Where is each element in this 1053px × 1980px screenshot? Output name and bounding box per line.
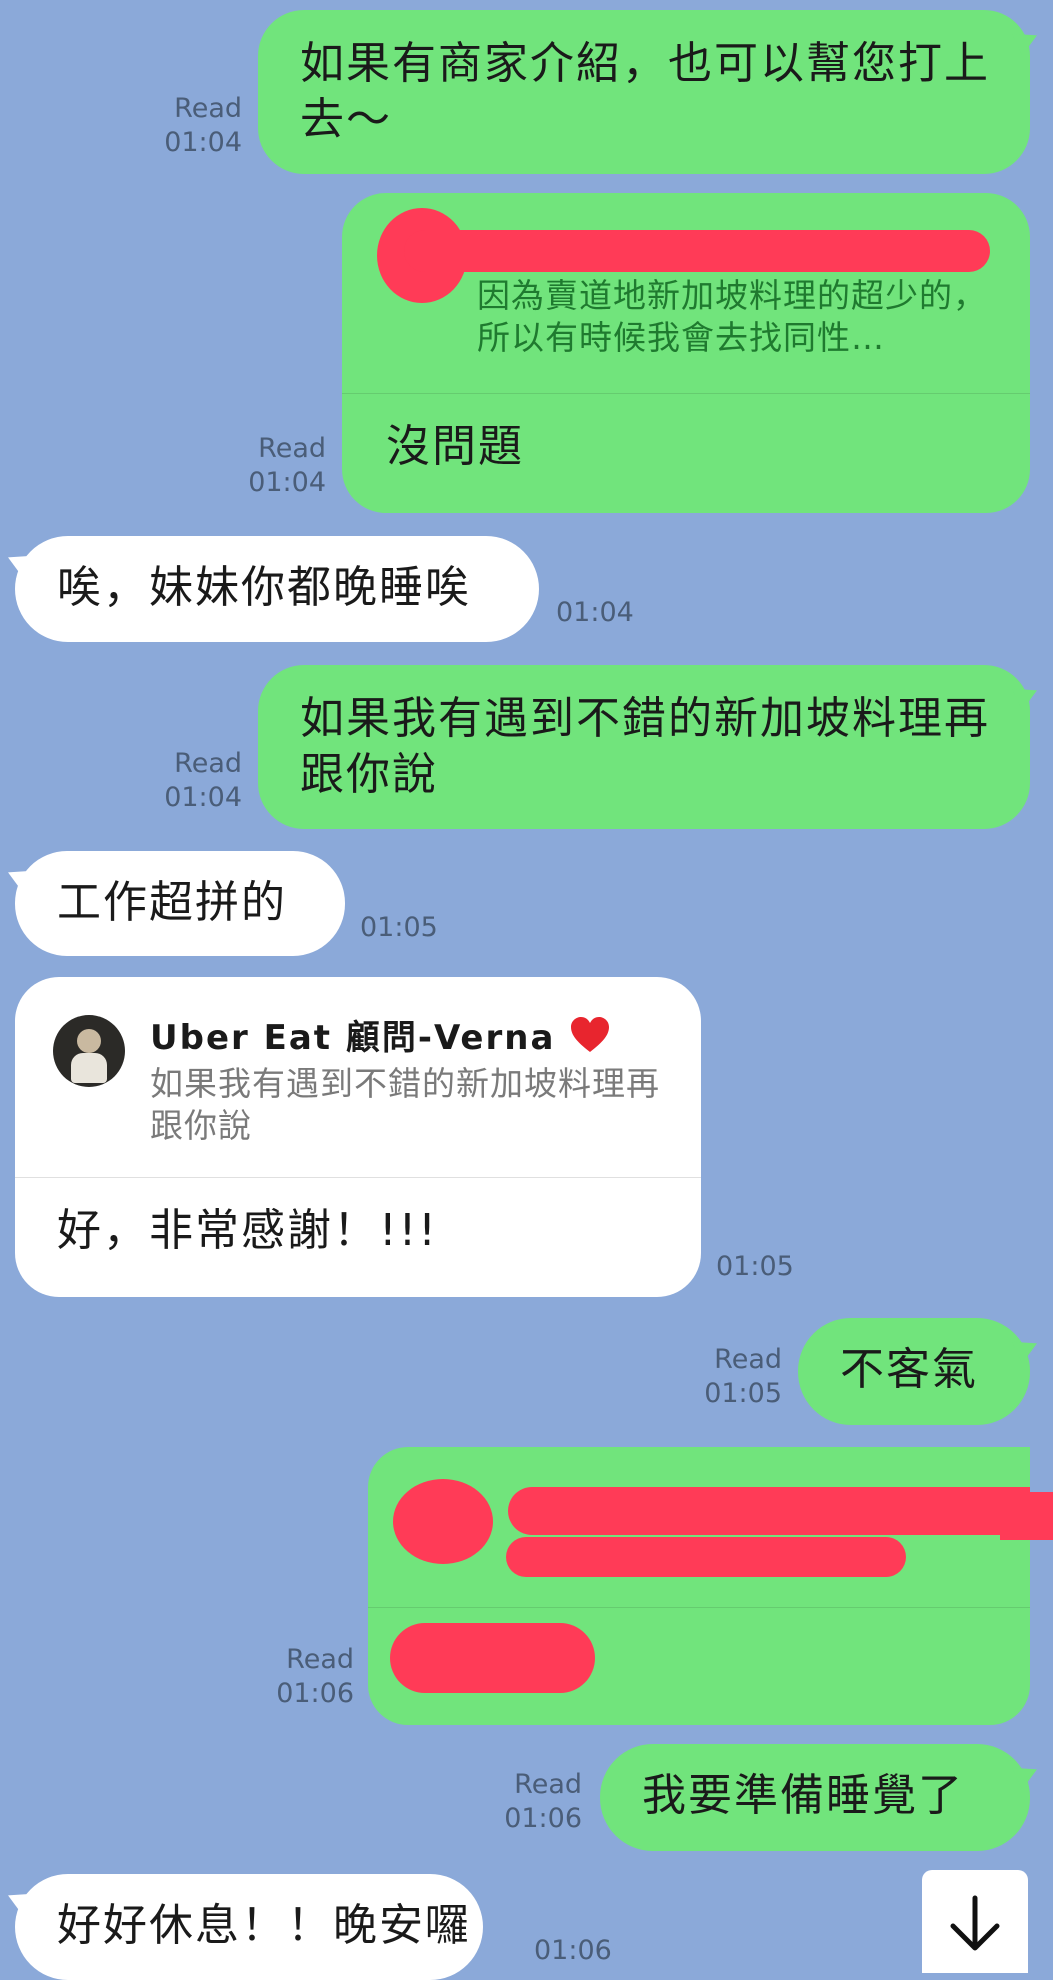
message-time: 01:06 [534, 1935, 612, 1966]
sent-message[interactable]: 不客氣 [798, 1318, 1030, 1425]
received-message[interactable]: 好好休息！！晚安囉 [15, 1874, 483, 1980]
read-label: Read [514, 1769, 582, 1800]
avatar [53, 1015, 125, 1087]
quote-divider [368, 1607, 1030, 1608]
read-receipt: Read 01:04 [150, 92, 242, 160]
quote-text: 如果我有遇到不錯的新加坡料理再跟你說 [150, 1064, 660, 1145]
scroll-to-bottom-button[interactable] [922, 1870, 1028, 1973]
received-message[interactable]: 工作超拼的 [15, 851, 345, 956]
message-text: 好，非常感謝！!!! [57, 1205, 438, 1256]
sent-message[interactable]: 如果有商家介紹，也可以幫您打上去～ [258, 10, 1030, 174]
read-receipt: Read 01:04 [150, 747, 242, 815]
redacted-text [506, 1537, 906, 1577]
message-text: 我要準備睡覺了 [642, 1770, 964, 1821]
quote-author-row: Uber Eat 顧問-Verna [150, 1015, 611, 1059]
message-time: 01:04 [248, 467, 326, 498]
message-text: 如果我有遇到不錯的新加坡料理再跟你說 [300, 693, 990, 800]
sent-message[interactable]: 我要準備睡覺了 [600, 1744, 1030, 1851]
read-receipt: Read 01:04 [230, 432, 326, 500]
message-time: 01:04 [164, 782, 242, 813]
sent-reply-message[interactable] [368, 1447, 1030, 1725]
read-receipt: Read 01:06 [490, 1768, 582, 1836]
sent-message[interactable]: 如果我有遇到不錯的新加坡料理再跟你說 [258, 665, 1030, 829]
message-time: 01:05 [716, 1251, 794, 1282]
read-receipt: Read 01:05 [690, 1343, 782, 1411]
read-label: Read [286, 1644, 354, 1675]
received-message[interactable]: 唉，妹妹你都晚睡唉 [15, 536, 539, 642]
read-label: Read [174, 93, 242, 124]
quoted-message[interactable] [368, 1447, 1030, 1607]
message-text: 好好休息！！晚安囉 [57, 1900, 471, 1951]
quoted-message[interactable]: Uber Eat 顧問-Verna 如果我有遇到不錯的新加坡料理再跟你說 [15, 977, 701, 1177]
read-receipt: Read 01:06 [258, 1643, 354, 1711]
message-time: 01:05 [704, 1378, 782, 1409]
redacted-message [390, 1623, 595, 1693]
quoted-message[interactable]: 因為賣道地新加坡料理的超少的，所以有時候我會去找同性… [342, 193, 1030, 393]
quote-author: Uber Eat 顧問-Verna [150, 1018, 556, 1058]
quote-text: 因為賣道地新加坡料理的超少的，所以有時候我會去找同性… [477, 276, 987, 357]
message-time: 01:05 [360, 912, 438, 943]
quote-divider [342, 393, 1030, 394]
message-text: 工作超拼的 [57, 877, 287, 928]
redacted-name [404, 230, 990, 272]
message-time: 01:04 [556, 597, 634, 628]
message-time: 01:04 [164, 127, 242, 158]
quote-divider [15, 1177, 701, 1178]
message-time: 01:06 [276, 1678, 354, 1709]
read-label: Read [258, 433, 326, 464]
message-text: 不客氣 [840, 1344, 978, 1395]
redacted-name [508, 1487, 1030, 1535]
message-text: 如果有商家介紹，也可以幫您打上去～ [300, 38, 990, 145]
received-reply-message[interactable]: Uber Eat 顧問-Verna 如果我有遇到不錯的新加坡料理再跟你說 好，非… [15, 977, 701, 1297]
sent-reply-message[interactable]: 因為賣道地新加坡料理的超少的，所以有時候我會去找同性… 沒問題 [342, 193, 1030, 513]
read-label: Read [174, 748, 242, 779]
red-heart-icon [571, 1017, 610, 1052]
message-time: 01:06 [504, 1803, 582, 1834]
arrow-down-icon [950, 1895, 1000, 1951]
read-label: Read [714, 1344, 782, 1375]
message-text: 唉，妹妹你都晚睡唉 [57, 562, 471, 613]
message-text: 沒問題 [386, 421, 524, 472]
redaction-overflow [1000, 1492, 1053, 1540]
redacted-avatar [393, 1479, 493, 1564]
